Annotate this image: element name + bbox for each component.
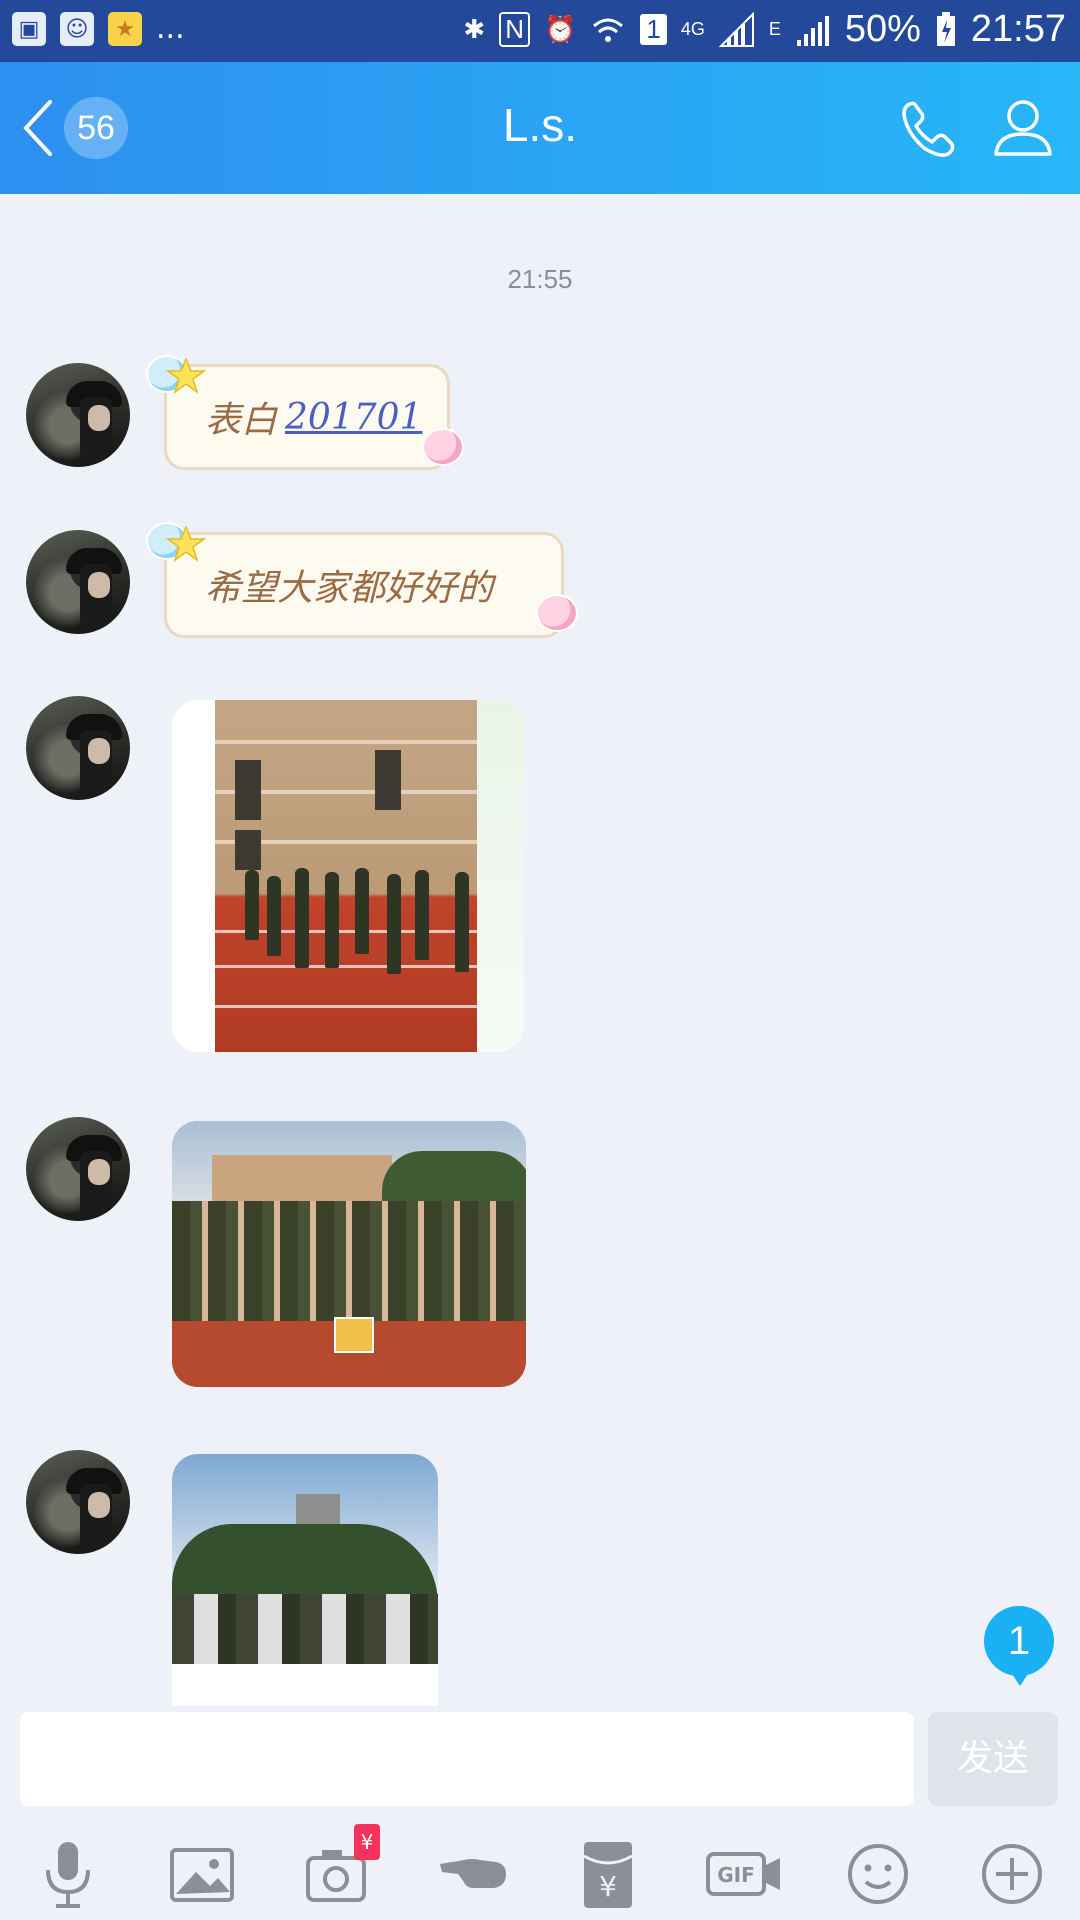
- sim-icon: 1: [640, 14, 667, 45]
- new-message-badge[interactable]: 1: [984, 1606, 1054, 1686]
- signal-icon: [718, 11, 754, 47]
- user-profile-icon[interactable]: [990, 94, 1056, 160]
- more-notifications: ...: [156, 11, 185, 46]
- sender-avatar[interactable]: [26, 1117, 130, 1221]
- network-4g-label: 4G: [680, 19, 705, 39]
- sticker-message-bubble[interactable]: 表白 201701: [164, 364, 450, 470]
- red-packet-badge: ¥: [354, 1824, 380, 1860]
- bubble-decoration-icon: [422, 428, 464, 466]
- chat-header: 56 L.s.: [0, 62, 1080, 194]
- star-icon: [166, 525, 206, 562]
- clock: 21:57: [970, 8, 1066, 50]
- emoji-icon[interactable]: [838, 1834, 918, 1914]
- microphone-icon[interactable]: [28, 1834, 108, 1914]
- bubble-decoration-icon: [536, 594, 578, 632]
- system-icons: ✱ N ⏰ 1 4G E 50% 21:57: [463, 8, 1066, 51]
- qq-icon: ☺: [60, 12, 94, 46]
- gallery-icon: ▣: [12, 12, 46, 46]
- message-link[interactable]: 201701: [285, 397, 422, 438]
- poke-icon[interactable]: [434, 1834, 514, 1914]
- network-e-label: E: [768, 19, 781, 39]
- svg-text:¥: ¥: [599, 1870, 617, 1903]
- photo-message[interactable]: [172, 1454, 438, 1708]
- favorites-icon: ★: [108, 12, 142, 46]
- battery-percent: 50%: [844, 8, 921, 50]
- message-text: 表白: [205, 400, 278, 441]
- bluetooth-icon: ✱: [463, 14, 486, 44]
- wifi-icon: [593, 18, 624, 42]
- nfc-icon: N: [499, 12, 530, 47]
- sender-avatar[interactable]: [26, 363, 130, 467]
- message-input[interactable]: [20, 1712, 914, 1806]
- gif-label: GIF: [717, 1863, 755, 1887]
- sender-avatar[interactable]: [26, 530, 130, 634]
- message-text: 希望大家都好好的: [205, 568, 494, 609]
- battery-icon: [936, 11, 955, 46]
- photo-message[interactable]: [172, 1121, 526, 1387]
- alarm-icon: ⏰: [543, 14, 577, 44]
- sender-avatar[interactable]: [26, 1450, 130, 1554]
- gif-icon[interactable]: GIF: [704, 1834, 784, 1914]
- signal-icon: [796, 15, 829, 46]
- notification-icons: ▣ ☺ ★ ...: [12, 12, 185, 46]
- more-plus-icon[interactable]: [972, 1834, 1052, 1914]
- sticker-message-bubble[interactable]: 希望大家都好好的: [164, 532, 564, 638]
- composer-toolbar: ¥ GIF: [0, 1828, 1080, 1920]
- phone-icon[interactable]: [896, 96, 962, 162]
- red-packet-icon[interactable]: ¥: [568, 1834, 648, 1914]
- sender-avatar[interactable]: [26, 696, 130, 800]
- image-picker-icon[interactable]: [162, 1834, 242, 1914]
- status-bar: ▣ ☺ ★ ... ✱ N ⏰ 1 4G E 50% 21:57: [0, 0, 1080, 62]
- send-button[interactable]: 发送: [928, 1712, 1058, 1806]
- star-icon: [166, 357, 206, 394]
- message-timestamp: 21:55: [507, 264, 573, 294]
- photo-message[interactable]: [172, 700, 524, 1052]
- composer: 发送 ¥ GIF ¥: [0, 1706, 1080, 1920]
